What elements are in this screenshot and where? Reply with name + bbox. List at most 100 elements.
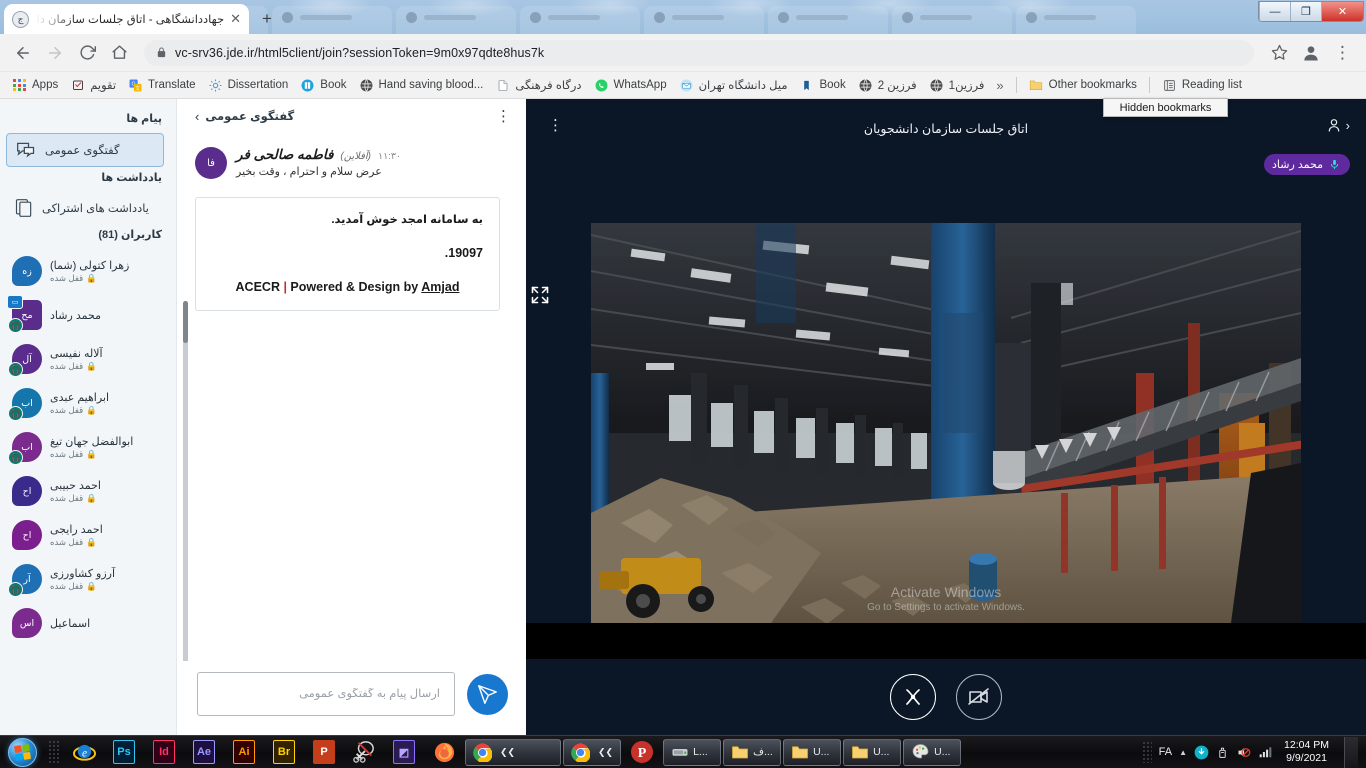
list-item[interactable]: اب 🎧 ابراهیم عبدی قفل شده 🔒 bbox=[6, 381, 164, 425]
window-minimize-button[interactable]: — bbox=[1259, 2, 1290, 21]
forward-icon[interactable] bbox=[40, 38, 70, 68]
bookmark-book-1[interactable]: Book bbox=[294, 74, 352, 96]
lock-icon bbox=[156, 46, 167, 59]
bookmark-label: Dissertation bbox=[227, 79, 289, 91]
usb-icon[interactable] bbox=[1216, 745, 1229, 760]
address-bar[interactable]: vc-srv36.jde.ir/html5client/join?session… bbox=[144, 39, 1254, 66]
user-status: قفل شده 🔒 bbox=[50, 404, 97, 415]
window-close-button[interactable]: ✕ bbox=[1321, 2, 1363, 21]
list-item[interactable]: اس اسماعیل bbox=[6, 601, 164, 645]
bookmark-whatsapp[interactable]: WhatsApp bbox=[588, 74, 673, 96]
screen-share-button[interactable] bbox=[890, 674, 936, 720]
taskbar-indesign[interactable]: Id bbox=[144, 737, 184, 768]
taskbar-chrome-group[interactable]: ❮❮ bbox=[465, 738, 561, 766]
bookmark-book-2[interactable]: Book bbox=[793, 74, 851, 96]
chevron-right-icon[interactable]: › bbox=[195, 109, 199, 124]
list-item[interactable]: آل 🎧 آلاله نفیسی قفل شده 🔒 bbox=[6, 337, 164, 381]
chat-scrollbar-thumb[interactable] bbox=[183, 301, 188, 343]
taskbar-illustrator[interactable]: Ai bbox=[224, 737, 264, 768]
amjad-link[interactable]: Amjad bbox=[421, 280, 459, 294]
start-button[interactable] bbox=[0, 737, 44, 768]
bookmark-dissertation[interactable]: Dissertation bbox=[202, 74, 295, 96]
lock-icon: 🔒 bbox=[86, 492, 97, 503]
taskbar-firefox[interactable] bbox=[424, 737, 464, 768]
chat-options-icon[interactable]: ⋮ bbox=[496, 107, 512, 125]
message-input-wrapper[interactable] bbox=[197, 672, 455, 716]
bridge-icon: Br bbox=[273, 740, 295, 764]
taskbar-ncp-tool[interactable]: ◩ bbox=[384, 737, 424, 768]
bookmarks-overflow-button[interactable]: » bbox=[990, 78, 1009, 93]
back-icon[interactable] bbox=[8, 38, 38, 68]
taskbar-folder-1[interactable]: ف... bbox=[723, 738, 782, 766]
sidebar-item-public-chat[interactable]: گفتگوی عمومی bbox=[6, 133, 164, 167]
taskbar-grip[interactable] bbox=[48, 740, 60, 764]
message-input[interactable] bbox=[212, 688, 440, 700]
taskbar-snipping-tool[interactable] bbox=[344, 737, 384, 768]
taskbar-powerpoint[interactable]: P bbox=[304, 737, 344, 768]
show-hidden-icons-button[interactable]: ▲ bbox=[1179, 748, 1187, 757]
reading-list-button[interactable]: Reading list bbox=[1156, 74, 1248, 96]
bookmark-apps[interactable]: Apps bbox=[6, 74, 64, 96]
send-message-button[interactable] bbox=[467, 673, 508, 715]
chrome-menu-icon[interactable]: ⋮ bbox=[1328, 38, 1358, 68]
bookmark-translate[interactable]: G文 Translate bbox=[122, 74, 202, 96]
toggle-userlist-button[interactable]: ‹ bbox=[1326, 117, 1350, 133]
bookmark-dargah-farhangi[interactable]: درگاه فرهنگی bbox=[489, 74, 587, 96]
reload-icon[interactable] bbox=[72, 38, 102, 68]
bookmark-label: Hand saving blood... bbox=[378, 79, 484, 91]
bookmark-farzin-2[interactable]: فرزین 2 bbox=[852, 74, 923, 96]
close-tab-icon[interactable]: ✕ bbox=[230, 11, 241, 27]
network-icon[interactable] bbox=[1258, 745, 1273, 759]
taskbar-folder-3[interactable]: U... bbox=[843, 738, 902, 766]
user-name: آرزو کشاورزی bbox=[50, 567, 115, 580]
list-item[interactable]: اح احمد حبیبی قفل شده 🔒 bbox=[6, 469, 164, 513]
bookmark-star-icon[interactable] bbox=[1264, 38, 1294, 68]
bookmarks-bar: Apps تقویم G文 Translate Dissertation Boo… bbox=[0, 72, 1366, 99]
bookmark-hand-saving-blood[interactable]: Hand saving blood... bbox=[353, 74, 490, 96]
taskbar-drive-window[interactable]: L... bbox=[663, 738, 722, 766]
taskbar-photoshop[interactable]: Ps bbox=[104, 737, 144, 768]
language-indicator[interactable]: FA bbox=[1159, 746, 1172, 758]
taskbar-after-effects[interactable]: Ae bbox=[184, 737, 224, 768]
taskbar-internet-explorer[interactable]: e bbox=[64, 737, 104, 768]
active-tab[interactable]: ج جهاددانشگاهی - اتاق جلسات سازمان دانشج… bbox=[4, 4, 249, 34]
globe-icon bbox=[359, 78, 374, 93]
other-bookmarks-button[interactable]: Other bookmarks bbox=[1023, 74, 1143, 96]
tab-title: جهاددانشگاهی - اتاق جلسات سازمان دانشج bbox=[35, 14, 225, 26]
taskbar-paint-window[interactable]: U... bbox=[903, 738, 962, 766]
taskbar-telegram[interactable]: P bbox=[622, 737, 662, 768]
user-icon bbox=[1326, 117, 1342, 133]
chat-scrollbar[interactable] bbox=[183, 301, 188, 661]
list-item[interactable]: آر 🎧 آرزو کشاورزی قفل شده 🔒 bbox=[6, 557, 164, 601]
new-tab-button[interactable]: + bbox=[253, 6, 281, 32]
sidebar-item-label: یادداشت های اشتراکی bbox=[42, 203, 149, 215]
bookmark-mail-ut[interactable]: میل دانشگاه تهران bbox=[673, 74, 794, 96]
camera-off-button[interactable] bbox=[956, 674, 1002, 720]
sidebar-item-shared-notes[interactable]: یادداشت های اشتراکی bbox=[6, 192, 164, 224]
bookmark-farzin-1[interactable]: فرزین1 bbox=[923, 74, 991, 96]
toolbar-right-actions: ⋮ bbox=[1264, 38, 1358, 68]
window-maximize-button[interactable]: ❐ bbox=[1290, 2, 1321, 21]
clock[interactable]: 12:04 PM 9/9/2021 bbox=[1280, 739, 1333, 765]
profile-avatar-icon[interactable] bbox=[1296, 38, 1326, 68]
expand-icon[interactable] bbox=[530, 285, 550, 305]
list-item[interactable]: زه زهرا کتولی (شما) قفل شده 🔒 bbox=[6, 249, 164, 293]
show-desktop-button[interactable] bbox=[1344, 736, 1358, 768]
svg-text:P: P bbox=[638, 746, 647, 761]
list-item[interactable]: اب 🎧 ابوالفضل جهان تیغ قفل شده 🔒 bbox=[6, 425, 164, 469]
update-icon[interactable] bbox=[1194, 745, 1209, 760]
list-item[interactable]: مح ▭ 🎧 محمد رشاد bbox=[6, 293, 164, 337]
bookmark-taghvim[interactable]: تقویم bbox=[64, 74, 122, 96]
avatar-initials: مح bbox=[21, 309, 33, 321]
taskbar-folder-2[interactable]: U... bbox=[783, 738, 842, 766]
taskbar-chrome-window[interactable]: ❮❮ bbox=[563, 738, 622, 766]
volume-muted-icon[interactable] bbox=[1236, 745, 1251, 760]
meeting-controls-bar bbox=[526, 659, 1366, 735]
screen-share-stage[interactable]: Activate Windows Go to Settings to activ… bbox=[591, 223, 1301, 623]
taskbar-bridge[interactable]: Br bbox=[264, 737, 304, 768]
home-icon[interactable] bbox=[104, 38, 134, 68]
tray-grip[interactable] bbox=[1141, 741, 1152, 763]
browser-toolbar: vc-srv36.jde.ir/html5client/join?session… bbox=[0, 34, 1366, 72]
list-item[interactable]: اح احمد رایجی قفل شده 🔒 bbox=[6, 513, 164, 557]
divider bbox=[1015, 77, 1017, 93]
